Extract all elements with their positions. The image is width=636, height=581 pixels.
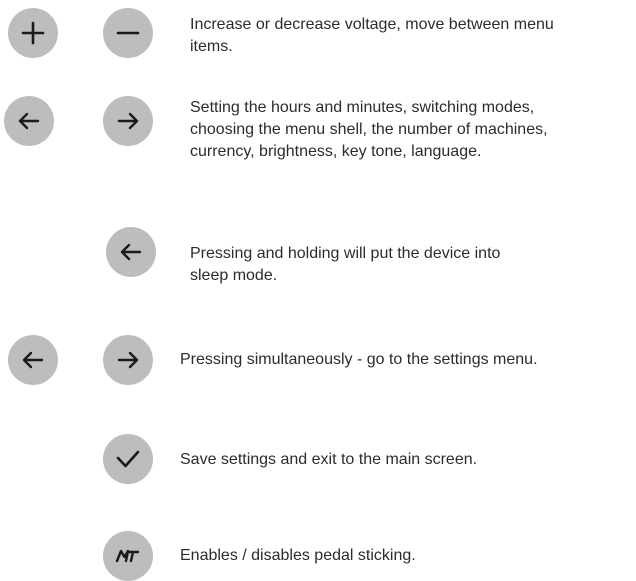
checkmark-button: [103, 434, 153, 484]
arrow-right-icon: [117, 112, 139, 130]
right-arrow-combo-button: [103, 335, 153, 385]
arrow-left-icon: [22, 351, 44, 369]
arrow-left-icon: [120, 243, 142, 261]
left-arrow-button: [4, 96, 54, 146]
right-arrow-button: [103, 96, 153, 146]
description-plus-minus: Increase or decrease voltage, move betwe…: [190, 16, 554, 55]
left-arrow-combo-button: [8, 335, 58, 385]
description-left-right: Setting the hours and minutes, switching…: [190, 99, 548, 160]
plus-button: [8, 8, 58, 58]
left-arrow-hold-button: [106, 227, 156, 277]
description-pedal-sticking: Enables / disables pedal sticking.: [180, 547, 416, 564]
minus-button: [103, 8, 153, 58]
mt-logo-icon: [115, 549, 140, 563]
minus-icon: [116, 31, 140, 35]
plus-icon: [21, 21, 45, 45]
arrow-right-icon: [117, 351, 139, 369]
mt-logo-button: [103, 531, 153, 581]
description-sleep-mode: Pressing and holding will put the device…: [190, 245, 501, 284]
arrow-left-icon: [18, 112, 40, 130]
checkmark-icon: [116, 450, 140, 468]
description-save-settings: Save settings and exit to the main scree…: [180, 451, 478, 468]
description-settings-menu: Pressing simultaneously - go to the sett…: [180, 351, 538, 368]
